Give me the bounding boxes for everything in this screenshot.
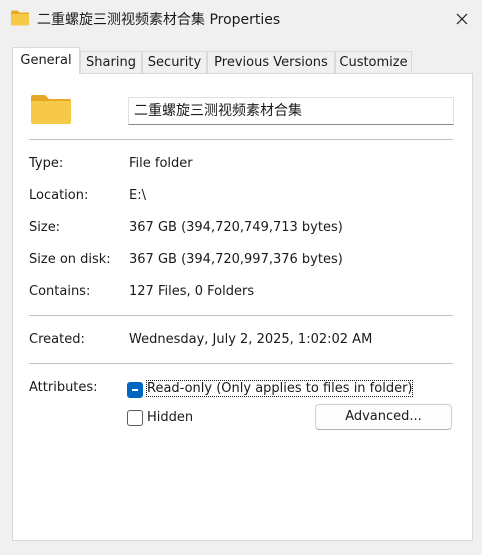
folder-name-input[interactable]: 二重螺旋三测视频素材合集 (128, 97, 454, 125)
type-label: Type: (29, 156, 64, 171)
tab-sharing[interactable]: Sharing (80, 51, 142, 73)
contains-label: Contains: (29, 284, 91, 299)
size-value: 367 GB (394,720,749,713 bytes) (129, 220, 343, 235)
hidden-label[interactable]: Hidden (147, 410, 193, 425)
created-label: Created: (29, 332, 85, 347)
divider (29, 139, 453, 140)
tab-customize[interactable]: Customize (335, 51, 412, 73)
tab-security[interactable]: Security (142, 51, 207, 73)
folder-icon (11, 10, 29, 26)
contains-value: 127 Files, 0 Folders (129, 284, 255, 299)
divider (29, 363, 453, 364)
general-panel: 二重螺旋三测视频素材合集 Type: File folder Location:… (12, 73, 473, 541)
size-on-disk-value: 367 GB (394,720,997,376 bytes) (129, 252, 343, 267)
attributes-label: Attributes: (29, 380, 98, 395)
size-label: Size: (29, 220, 61, 235)
tab-previous-versions[interactable]: Previous Versions (207, 51, 335, 73)
created-value: Wednesday, July 2, 2025, 1:02:02 AM (129, 332, 373, 347)
hidden-checkbox[interactable] (127, 410, 143, 426)
advanced-button[interactable]: Advanced... (315, 404, 452, 430)
location-label: Location: (29, 188, 89, 203)
tab-general[interactable]: General (12, 47, 80, 74)
close-button[interactable] (442, 0, 482, 38)
type-value: File folder (129, 156, 193, 171)
readonly-checkbox[interactable] (127, 382, 143, 398)
size-on-disk-label: Size on disk: (29, 252, 111, 267)
location-value: E:\ (129, 188, 146, 203)
folder-icon (31, 95, 71, 124)
title-bar: 二重螺旋三测视频素材合集 Properties (0, 0, 482, 38)
close-icon (456, 13, 468, 25)
readonly-label[interactable]: Read-only (Only applies to files in fold… (145, 380, 414, 397)
window-title: 二重螺旋三测视频素材合集 Properties (37, 12, 281, 28)
divider (29, 315, 453, 316)
